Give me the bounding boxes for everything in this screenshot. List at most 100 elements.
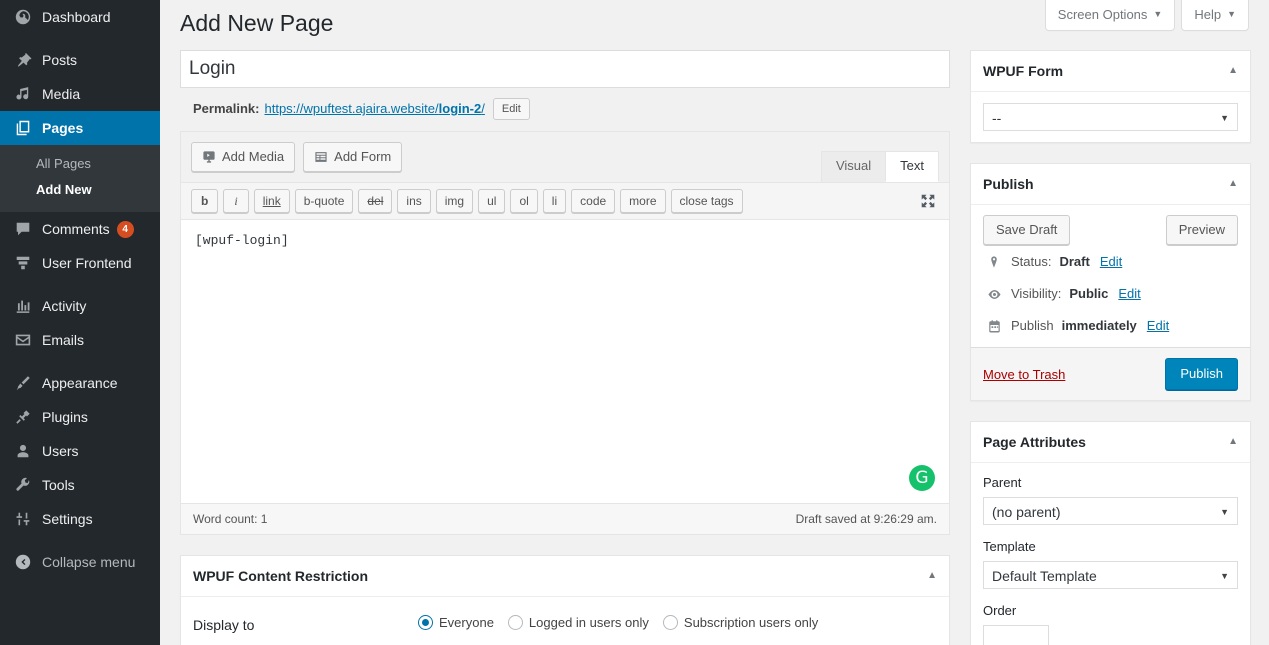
- publish-header[interactable]: Publish ▲: [971, 164, 1250, 205]
- tab-text[interactable]: Text: [885, 151, 939, 182]
- quicktag-del[interactable]: del: [358, 189, 393, 213]
- sidebar-item-activity[interactable]: Activity: [0, 289, 160, 323]
- template-select[interactable]: Default Template: [983, 561, 1238, 589]
- parent-field: Parent (no parent) ▼: [983, 474, 1238, 525]
- quicktags-toolbar: b i link b-quote del ins img ul ol li code more clos…: [181, 183, 949, 220]
- quicktag-ol[interactable]: ol: [510, 189, 538, 213]
- permalink-link[interactable]: https://wpuftest.ajaira.website/login-2/: [264, 97, 484, 121]
- sidebar-item-comments[interactable]: Comments 4: [0, 212, 160, 246]
- edit-permalink-button[interactable]: Edit: [492, 98, 530, 120]
- add-form-button[interactable]: Add Form: [303, 142, 403, 172]
- wpuf-form-select[interactable]: --: [983, 103, 1238, 131]
- add-form-label: Add Form: [334, 149, 392, 164]
- page-attributes-header[interactable]: Page Attributes ▲: [971, 422, 1250, 463]
- quicktag-img[interactable]: img: [435, 189, 474, 213]
- tab-visual[interactable]: Visual: [820, 151, 887, 182]
- menu-separator: [0, 357, 160, 366]
- help-button[interactable]: Help ▼: [1181, 0, 1249, 31]
- collapse-menu-button[interactable]: Collapse menu: [0, 545, 160, 579]
- post-title-input[interactable]: [180, 50, 950, 88]
- post-body-content: Permalink: https://wpuftest.ajaira.websi…: [180, 50, 950, 645]
- order-input[interactable]: [983, 625, 1049, 645]
- restriction-option-1[interactable]: Logged in users only: [507, 615, 649, 630]
- template-field: Template Default Template ▼: [983, 538, 1238, 589]
- chevron-up-icon[interactable]: ▲: [1228, 179, 1238, 189]
- user-icon: [13, 441, 33, 461]
- quicktag-bquote[interactable]: b-quote: [294, 189, 354, 213]
- sidebar-item-tools[interactable]: Tools: [0, 468, 160, 502]
- sidebar-item-users[interactable]: Users: [0, 434, 160, 468]
- word-count: Word count: 1: [193, 512, 268, 526]
- sidebar-item-plugins[interactable]: Plugins: [0, 400, 160, 434]
- radio-button[interactable]: [418, 615, 433, 630]
- media-icon: [13, 84, 33, 104]
- order-label: Order: [983, 603, 1017, 618]
- menu-separator: [0, 280, 160, 289]
- quicktag-li[interactable]: li: [542, 189, 567, 213]
- sidebar-item-appearance[interactable]: Appearance: [0, 366, 160, 400]
- edit-status-link[interactable]: Edit: [1100, 253, 1122, 271]
- permalink-suffix: /: [481, 101, 485, 116]
- paintbrush-icon: [13, 373, 33, 393]
- restriction-option-0[interactable]: Everyone: [418, 615, 494, 630]
- quicktag-close-tags[interactable]: close tags: [670, 189, 743, 213]
- wpuf-form-box: WPUF Form ▲ -- ▼: [970, 50, 1251, 143]
- publish-button[interactable]: Publish: [1165, 358, 1238, 390]
- sidebar-item-posts[interactable]: Posts: [0, 43, 160, 77]
- quicktag-link[interactable]: link: [253, 189, 290, 213]
- restriction-option-2[interactable]: Subscription users only: [662, 615, 818, 630]
- sidebar-item-posts-label: Posts: [42, 52, 78, 68]
- wpuf-form-header[interactable]: WPUF Form ▲: [971, 51, 1250, 92]
- add-form-icon: [314, 150, 328, 164]
- preview-button[interactable]: Preview: [1165, 215, 1238, 245]
- sidebar-item-tools-label: Tools: [42, 477, 75, 493]
- wpuf-form-select-wrap: -- ▼: [983, 103, 1238, 131]
- collapse-arrow-icon: [13, 552, 33, 572]
- parent-label: Parent: [983, 475, 1022, 490]
- sidebar-item-settings[interactable]: Settings: [0, 502, 160, 536]
- envelope-icon: [13, 330, 33, 350]
- order-field: Order: [983, 602, 1238, 645]
- sidebar-item-dashboard[interactable]: Dashboard: [0, 0, 160, 34]
- submenu-item-all-pages[interactable]: All Pages: [0, 151, 160, 177]
- add-media-button[interactable]: Add Media: [191, 142, 296, 172]
- sidebar-item-user-frontend[interactable]: User Frontend: [0, 246, 160, 280]
- grammarly-icon[interactable]: G: [909, 465, 935, 491]
- content-restriction-header[interactable]: WPUF Content Restriction ▲: [181, 556, 949, 597]
- chevron-up-icon[interactable]: ▲: [1228, 437, 1238, 447]
- sidebar-item-pages[interactable]: Pages: [0, 111, 160, 145]
- fullscreen-icon[interactable]: [919, 192, 937, 210]
- eye-icon: [985, 287, 1003, 302]
- edit-visibility-link[interactable]: Edit: [1118, 285, 1140, 303]
- parent-select-wrap: (no parent) ▼: [983, 497, 1238, 525]
- quicktag-ins[interactable]: ins: [397, 189, 431, 213]
- save-draft-button[interactable]: Save Draft: [983, 215, 1071, 245]
- quicktag-bold[interactable]: b: [191, 189, 219, 213]
- pages-submenu: All Pages Add New: [0, 145, 160, 212]
- move-to-trash-link[interactable]: Move to Trash: [983, 367, 1065, 382]
- sidebar-item-emails[interactable]: Emails: [0, 323, 160, 357]
- radio-button[interactable]: [662, 615, 678, 630]
- media-buttons: Add Media Add Form: [191, 142, 403, 172]
- comments-count-badge: 4: [116, 220, 134, 238]
- comments-icon: [13, 219, 33, 239]
- quicktag-code[interactable]: code: [571, 189, 616, 213]
- quicktag-ul[interactable]: ul: [478, 189, 506, 213]
- pin-icon: [13, 50, 33, 70]
- submenu-item-add-new[interactable]: Add New: [0, 177, 160, 203]
- quicktag-italic[interactable]: i: [223, 189, 249, 213]
- chevron-up-icon[interactable]: ▲: [927, 571, 937, 581]
- edit-publish-time-link[interactable]: Edit: [1147, 317, 1169, 335]
- post-content-textarea[interactable]: [181, 220, 949, 503]
- post-schedule-row: Publish immediately Edit: [983, 309, 1238, 341]
- radio-button[interactable]: [507, 615, 523, 630]
- permalink-prefix: https://wpuftest.ajaira.website/: [264, 101, 439, 116]
- permalink-row: Permalink: https://wpuftest.ajaira.websi…: [180, 88, 950, 127]
- editor-content-area: G: [181, 220, 949, 503]
- sidebar-item-media[interactable]: Media: [0, 77, 160, 111]
- wpuf-form-title: WPUF Form: [983, 63, 1064, 79]
- chevron-up-icon[interactable]: ▲: [1228, 66, 1238, 76]
- screen-options-button[interactable]: Screen Options ▼: [1044, 0, 1176, 31]
- parent-select[interactable]: (no parent): [983, 497, 1238, 525]
- quicktag-more[interactable]: more: [620, 189, 666, 213]
